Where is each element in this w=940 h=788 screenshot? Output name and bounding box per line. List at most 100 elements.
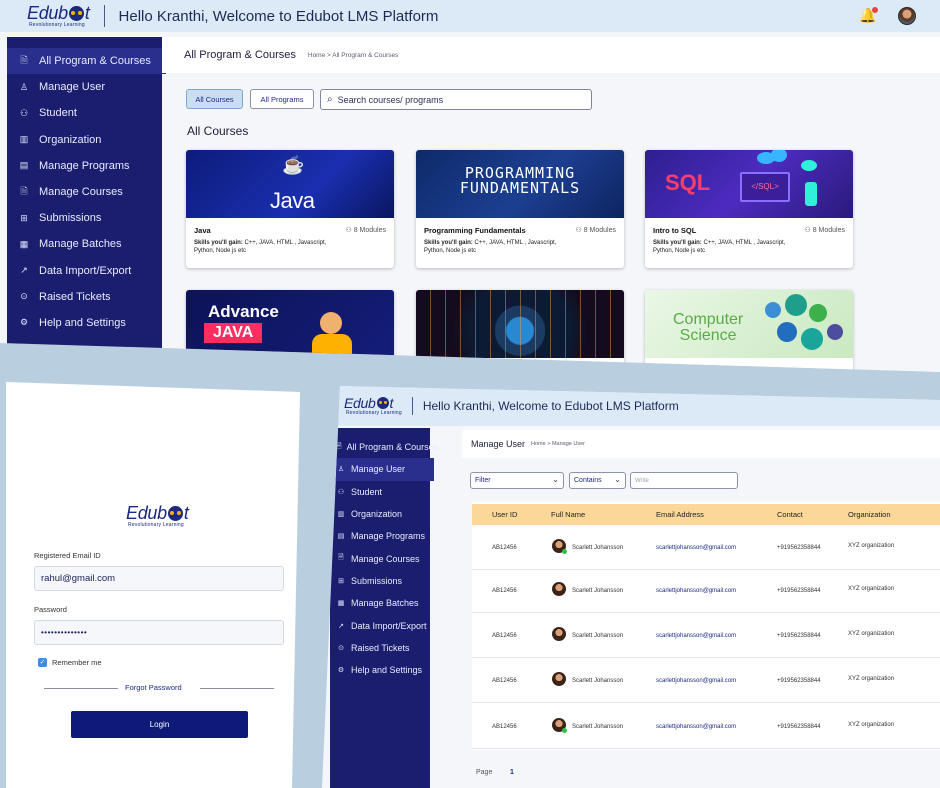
sidebar-item-label: Manage Courses [351,553,420,564]
sidebar-item-student[interactable]: ⚇ Student [330,481,430,503]
sidebar-item-all-program-courses[interactable]: 🗎 All Program & Courses [7,48,166,75]
sidebar-item-manage-programs[interactable]: ▤ Manage Programs [7,153,162,179]
table-row[interactable]: AB12456 Scarlett Johansson scarlettjohanss… [472,568,940,613]
sidebar-item-student[interactable]: ⚇ Student [7,100,162,126]
sidebar-item-organization[interactable]: ▥ Organization [330,503,430,525]
page-label: Page [476,769,493,776]
edubot-logo[interactable]: Edub t Revolutionary Learning [27,4,90,28]
advance-java-thumbnail: Advance JAVA [186,290,394,358]
coffee-cup-icon: ☕ [282,155,305,175]
sidebar-item-organization[interactable]: ▥ Organization [7,127,162,153]
robot-logo-icon [167,505,183,521]
email-address[interactable]: scarlettjohansson@gmail.com [656,678,736,684]
breadcrumb-bar: Manage User Home > Manage User [462,430,940,458]
login-screen: Edub t Revolutionary Learning Registered … [6,382,300,788]
sidebar-item-label: Student [39,107,77,120]
batch-icon: ▦ [19,238,29,249]
page-number[interactable]: 1 [510,769,514,776]
sidebar-item-manage-courses[interactable]: 🗎 Manage Courses [330,547,430,569]
sidebar-item-label: Manage Programs [351,531,426,542]
bell-icon[interactable]: 🔔 [859,7,879,24]
sidebar-item-data-import-export[interactable]: ↗ Data Import/Export [330,614,430,636]
sidebar-item-data-import-export[interactable]: ↗ Data Import/Export [7,258,162,284]
chevron-down-icon: ⌄ [614,475,621,484]
submission-icon: ⊞ [20,212,28,223]
contains-select[interactable]: Contains ⌄ [569,472,626,489]
computer-science-thumbnail: Computer Science [645,290,853,358]
module-count: ⚇ 8 Modules [345,227,386,234]
edubot-logo[interactable]: Edub t Revolutionary Learning [344,396,402,416]
breadcrumb[interactable]: Home > All Program & Courses [308,52,399,59]
page-title: All Program & Courses [184,49,296,61]
user-id: AB12456 [492,678,517,684]
user-avatar[interactable] [898,7,916,25]
sidebar: 🗎 All Program & Courses ♙ Manage User ⚇ Stude… [7,37,166,357]
course-card-advance-java[interactable]: Advance JAVA [186,290,394,372]
write-input[interactable]: Write [630,472,738,489]
email-address[interactable]: scarlettjohansson@gmail.com [656,633,736,639]
course-card-java[interactable]: ☕ Java Java ⚇ 8 Modules Skills you'll ga… [186,150,394,268]
email-address[interactable]: scarlettjohansson@gmail.com [656,724,736,730]
ticket-icon: ⊙ [338,644,344,652]
user-id: AB12456 [492,633,517,639]
sidebar-item-help-and-settings[interactable]: ⚙ Help and Settings [330,659,430,681]
sidebar-item-help-and-settings[interactable]: ⚙ Help and Settings [7,310,162,336]
forgot-password-link[interactable]: Forgot Password [122,683,185,692]
ticket-icon: ⊙ [20,291,28,302]
avatar [552,539,567,554]
filter-select[interactable]: Filter ⌄ [470,472,564,489]
breadcrumb-bar: All Program & Courses Home > All Program… [162,37,940,73]
sidebar-item-label: Manage User [39,81,106,94]
email-field[interactable]: rahul@gmail.com [34,566,284,591]
sidebar-item-manage-courses[interactable]: 🗎 Manage Courses [7,179,162,205]
course-card-programming-fundamentals[interactable]: PROGRAMMING FUNDAMENTALS Programming Fun… [416,150,624,268]
chart-line-icon: ↗ [20,265,28,276]
email-address[interactable]: scarlettjohansson@gmail.com [656,588,736,594]
sidebar-item-raised-tickets[interactable]: ⊙ Raised Tickets [330,637,430,659]
table-row[interactable]: AB12456 Scarlett Johansson scarlettjohanss… [472,613,940,658]
sidebar: 🗎 All Program & Courses ♙ Manage User ⚇ Stude… [330,428,438,788]
login-button[interactable]: Login [71,711,248,738]
sidebar-item-manage-user[interactable]: ♙ Manage User [330,458,434,481]
avatar [552,718,567,733]
full-name: Scarlett Johansson [572,545,624,551]
document-icon: 🗎 [20,55,28,66]
user-icon: ♙ [337,466,345,474]
avatar [552,582,566,596]
full-name: Scarlett Johansson [572,633,624,639]
course-card-computer-science[interactable]: Computer Science [645,290,853,372]
all-courses-button[interactable]: All Courses [186,89,243,109]
organization: XYZ organization [848,676,895,682]
table-row[interactable]: AB12456 Scarlett Johansson scarlettjohanss… [472,658,940,703]
organization: XYZ organization [848,586,895,592]
table-row[interactable]: AB12456 Scarlett Johansson scarlettjohanss… [472,525,940,570]
password-field[interactable]: •••••••••••••• [34,620,284,645]
remember-checkbox[interactable]: ✓ [38,658,47,667]
organization: XYZ organization [848,722,895,728]
user-id: AB12456 [492,588,517,594]
search-input[interactable]: ⌕ Search courses/ programs [320,89,592,110]
full-name: Scarlett Johansson [572,678,624,684]
sidebar-item-manage-user[interactable]: ♙ Manage User [7,74,162,100]
sidebar-item-submissions[interactable]: ⊞ Submissions [7,205,162,231]
contact: +919562358844 [777,678,821,684]
sidebar-item-all-program-courses[interactable]: 🗎 All Program & Courses [330,436,438,458]
sidebar-item-raised-tickets[interactable]: ⊙ Raised Tickets [7,284,162,310]
breadcrumb[interactable]: Home > Manage User [531,441,585,447]
table-row[interactable]: AB12456 Scarlett Johansson scarlettjohanss… [472,704,940,749]
organization: XYZ organization [848,631,895,637]
sidebar-item-label: Student [351,486,383,497]
course-card-hardware[interactable] [416,290,624,372]
email-address[interactable]: scarlettjohansson@gmail.com [656,545,736,551]
sidebar-item-manage-batches[interactable]: ▦ Manage Batches [330,592,430,614]
remember-label: Remember me [52,658,102,667]
module-count: ⚇ 8 Modules [804,227,845,234]
all-programs-button[interactable]: All Programs [250,89,314,109]
sidebar-item-submissions[interactable]: ⊞ Submissions [330,570,430,592]
contact: +919562358844 [777,545,821,551]
manage-user-screen: Edub t Revolutionary Learning Hello Krant… [322,386,940,788]
sidebar-item-manage-batches[interactable]: ▦ Manage Batches [7,231,162,257]
sidebar-item-manage-programs[interactable]: ▤ Manage Programs [330,525,430,547]
robot-logo-icon [68,5,84,21]
course-card-intro-to-sql[interactable]: SQL </SQL> Intro to SQL ⚇ 8 Modules Skil… [645,150,853,268]
